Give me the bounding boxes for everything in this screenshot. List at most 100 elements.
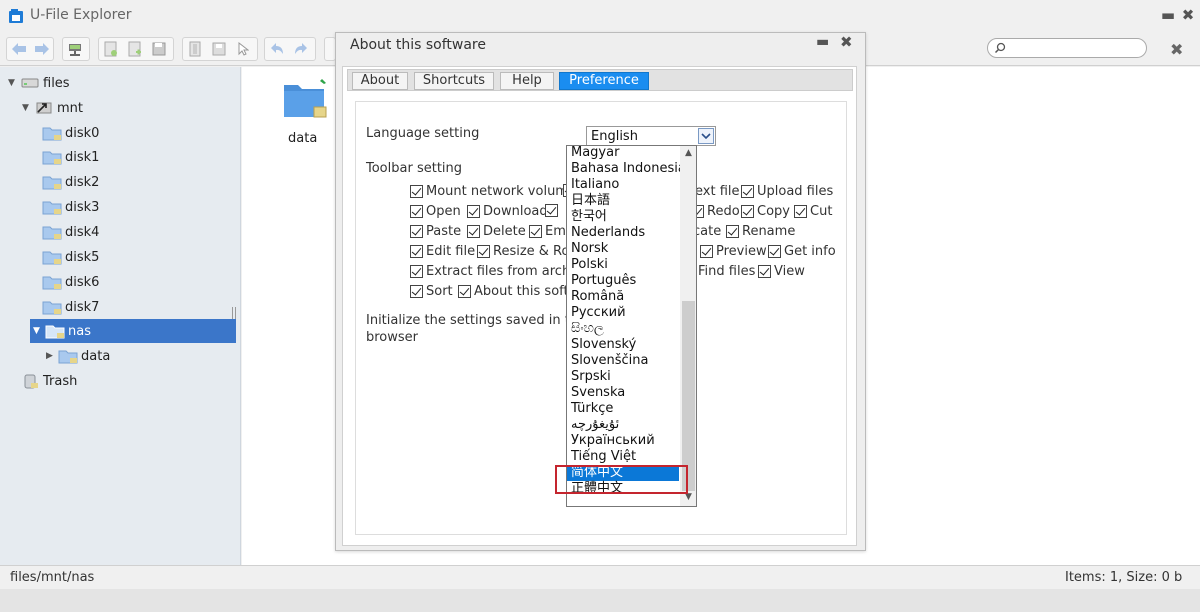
checkbox[interactable] [410, 265, 423, 278]
tree-item-files[interactable]: ▼ files [8, 72, 70, 94]
language-option[interactable]: Magyar [567, 146, 679, 161]
search-input[interactable] [1008, 40, 1138, 56]
option-empty[interactable]: Em [529, 224, 566, 239]
collapse-icon[interactable]: ▼ [22, 103, 32, 113]
dialog-close-button[interactable]: ✖ [840, 33, 853, 51]
tree-item-disk1[interactable]: disk1 [42, 146, 99, 168]
language-option[interactable]: Nederlands [567, 225, 679, 241]
tab-preference[interactable]: Preference [559, 72, 649, 90]
checkbox[interactable] [741, 185, 754, 198]
new-folder-button[interactable] [99, 38, 123, 60]
tree-item-disk6[interactable]: disk6 [42, 271, 99, 293]
search-box[interactable] [987, 38, 1147, 58]
tree-item-disk2[interactable]: disk2 [42, 171, 99, 193]
option-extract-files[interactable]: Extract files from archive [410, 264, 590, 279]
tree-item-nas-data[interactable]: ▶ data [46, 345, 110, 367]
option-mount-network-volume[interactable]: Mount network volume [410, 184, 576, 199]
forward-button[interactable] [30, 38, 53, 60]
language-option[interactable]: Português [567, 273, 679, 289]
checkbox[interactable] [768, 245, 781, 258]
tree-item-disk3[interactable]: disk3 [42, 196, 99, 218]
checkbox[interactable] [458, 285, 471, 298]
option-copy[interactable]: Copy [741, 204, 790, 219]
dropdown-scrollbar[interactable]: ▲ ▼ [680, 146, 696, 506]
checkbox[interactable] [794, 205, 807, 218]
undo-button[interactable] [265, 38, 289, 60]
collapse-icon[interactable]: ▼ [8, 78, 18, 88]
open-button[interactable] [183, 38, 207, 60]
language-option[interactable]: Український [567, 433, 679, 449]
option-edit-file[interactable]: Edit file [410, 244, 475, 259]
tree-item-disk5[interactable]: disk5 [42, 246, 99, 268]
new-file-button[interactable] [123, 38, 147, 60]
option-resize-rotate[interactable]: Resize & Ro [477, 244, 569, 259]
tree-item-trash[interactable]: Trash [20, 370, 77, 392]
language-option[interactable]: Italiano [567, 177, 679, 193]
checkbox[interactable] [410, 285, 423, 298]
option-preview[interactable]: Preview [700, 244, 767, 259]
option-new-text-file[interactable]: ext file [695, 184, 740, 199]
option-paste[interactable]: Paste [410, 224, 461, 239]
checkbox[interactable] [545, 204, 558, 217]
option-about[interactable]: About this softw [458, 284, 579, 299]
option-sort[interactable]: Sort [410, 284, 453, 299]
sidebar-resize-handle[interactable] [232, 307, 236, 319]
option-view[interactable]: View [758, 264, 805, 279]
download-button[interactable] [207, 38, 231, 60]
language-option[interactable]: Türkçe [567, 401, 679, 417]
option-redo[interactable]: Redo [691, 204, 740, 219]
language-option[interactable]: Svenska [567, 385, 679, 401]
option-download[interactable]: Download [467, 204, 548, 219]
tree-item-disk4[interactable]: disk4 [42, 221, 99, 243]
tree-item-nas[interactable]: ▼ nas [30, 319, 236, 343]
expand-icon[interactable]: ▶ [46, 351, 56, 361]
language-dropdown-list[interactable]: Magyar Bahasa Indonesia Italiano 日本語 한국어 Nede… [566, 145, 697, 507]
checkbox[interactable] [477, 245, 490, 258]
close-window-button[interactable]: ✖ [1180, 6, 1196, 24]
checkbox[interactable] [467, 225, 480, 238]
folder-label[interactable]: data [288, 131, 317, 146]
language-option[interactable]: Tiếng Việt [567, 449, 679, 465]
option-get-info[interactable]: Get info [768, 244, 836, 259]
language-option[interactable]: Română [567, 289, 679, 305]
tree-item-disk0[interactable]: disk0 [42, 122, 99, 144]
language-option[interactable]: Slovenščina [567, 353, 679, 369]
language-option[interactable]: Русский [567, 305, 679, 321]
checkbox[interactable] [700, 245, 713, 258]
search-clear-button[interactable]: ✖ [1170, 40, 1183, 59]
redo-button[interactable] [289, 38, 313, 60]
tab-shortcuts[interactable]: Shortcuts [414, 72, 494, 90]
folder-icon[interactable] [282, 77, 328, 121]
dialog-minimize-button[interactable]: ▬ [816, 34, 829, 50]
checkbox[interactable] [410, 245, 423, 258]
option-find-files[interactable]: Find files [698, 264, 755, 279]
checkbox[interactable] [410, 205, 423, 218]
select-arrow[interactable] [698, 128, 714, 144]
tab-about[interactable]: About [352, 72, 408, 90]
language-select[interactable]: English [586, 126, 716, 146]
checkbox[interactable] [741, 205, 754, 218]
mount-network-button[interactable] [63, 38, 87, 60]
checkbox[interactable] [758, 265, 771, 278]
option-open[interactable]: Open [410, 204, 461, 219]
tree-item-disk7[interactable]: disk7 [42, 296, 99, 318]
language-option[interactable]: ئۇيغۇرچە [567, 417, 679, 433]
language-option[interactable]: 한국어 [567, 209, 679, 225]
collapse-icon[interactable]: ▼ [33, 326, 43, 336]
language-option[interactable]: Polski [567, 257, 679, 273]
checkbox[interactable] [726, 225, 739, 238]
select-button[interactable] [231, 38, 255, 60]
option-hidden-2[interactable] [545, 204, 561, 217]
option-rename[interactable]: Rename [726, 224, 795, 239]
language-option[interactable]: සිංහල [567, 321, 679, 337]
language-option[interactable]: 日本語 [567, 193, 679, 209]
scrollbar-thumb[interactable] [682, 301, 695, 491]
language-option[interactable]: Bahasa Indonesia [567, 161, 686, 177]
back-button[interactable] [7, 38, 30, 60]
language-option[interactable]: Srpski [567, 369, 679, 385]
language-option[interactable]: Norsk [567, 241, 679, 257]
save-button[interactable] [147, 38, 171, 60]
option-duplicate[interactable]: cate [693, 224, 721, 239]
option-delete[interactable]: Delete [467, 224, 526, 239]
checkbox[interactable] [410, 225, 423, 238]
